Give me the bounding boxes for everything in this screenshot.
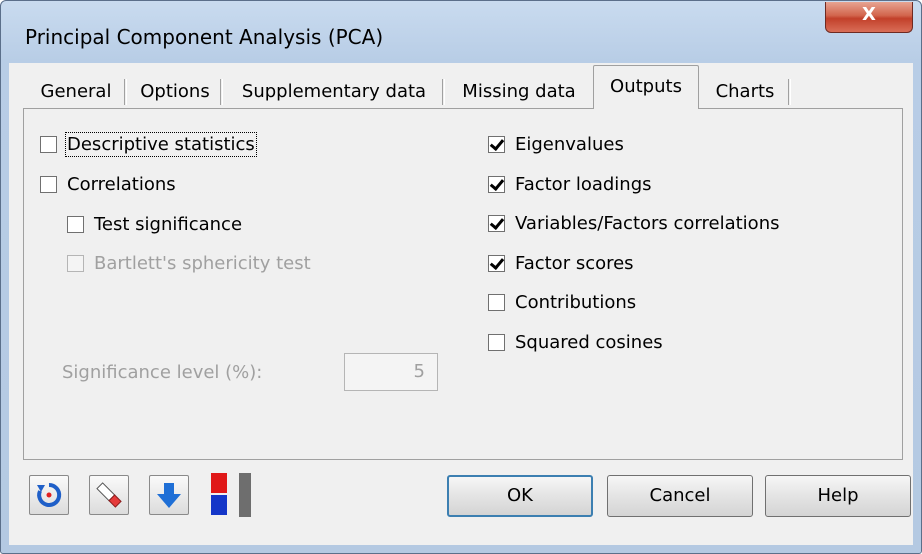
correlations-label: Correlations bbox=[67, 173, 176, 195]
squared-cosines-checkbox[interactable]: Squared cosines bbox=[488, 327, 663, 357]
eigenvalues-checkbox[interactable]: Eigenvalues bbox=[488, 129, 624, 159]
title-bar[interactable]: Principal Component Analysis (PCA) X bbox=[1, 1, 921, 63]
eraser-icon bbox=[96, 482, 122, 508]
tab-general[interactable]: General bbox=[25, 75, 127, 109]
significance-level-input: 5 bbox=[344, 353, 438, 391]
factor-scores-label: Factor scores bbox=[515, 252, 634, 274]
checkbox-box[interactable] bbox=[488, 333, 505, 351]
checkbox-box[interactable] bbox=[67, 215, 84, 233]
factor-loadings-label: Factor loadings bbox=[515, 173, 652, 195]
help-button[interactable]: Help bbox=[765, 475, 911, 517]
variables-factors-correlations-label: Variables/Factors correlations bbox=[515, 212, 780, 234]
correlations-checkbox[interactable]: Correlations bbox=[40, 169, 176, 199]
window-title: Principal Component Analysis (PCA) bbox=[25, 25, 384, 49]
eraser-button[interactable] bbox=[89, 475, 129, 515]
reset-icon bbox=[37, 482, 62, 507]
split-colors-icon[interactable] bbox=[205, 473, 261, 517]
cancel-button[interactable]: Cancel bbox=[607, 475, 753, 517]
tab-charts-label: Charts bbox=[715, 81, 775, 102]
tab-supplementary-data[interactable]: Supplementary data bbox=[223, 75, 445, 109]
checkbox-box[interactable] bbox=[488, 135, 505, 153]
tab-strip: General Options Supplementary data Missi… bbox=[9, 63, 913, 109]
tab-outputs-label: Outputs bbox=[610, 76, 682, 97]
pca-dialog-window: Principal Component Analysis (PCA) X Gen… bbox=[0, 0, 922, 554]
contributions-checkbox[interactable]: Contributions bbox=[488, 287, 636, 317]
variables-factors-correlations-checkbox[interactable]: Variables/Factors correlations bbox=[488, 208, 779, 238]
tab-outputs[interactable]: Outputs bbox=[593, 65, 699, 109]
dialog-client-area: General Options Supplementary data Missi… bbox=[9, 63, 913, 545]
arrow-down-icon bbox=[157, 483, 181, 508]
checkbox-box[interactable] bbox=[488, 214, 505, 232]
checkbox-box[interactable] bbox=[40, 175, 57, 193]
ok-button[interactable]: OK bbox=[447, 475, 593, 517]
tab-options-label: Options bbox=[140, 81, 210, 102]
move-down-button[interactable] bbox=[149, 475, 189, 515]
test-significance-checkbox[interactable]: Test significance bbox=[67, 209, 242, 239]
checkbox-box[interactable] bbox=[488, 293, 505, 311]
checkbox-box[interactable] bbox=[488, 254, 505, 272]
squared-cosines-label: Squared cosines bbox=[515, 331, 663, 353]
tab-missing-data-label: Missing data bbox=[462, 81, 576, 102]
tab-options[interactable]: Options bbox=[127, 75, 223, 109]
significance-level-label: Significance level (%): bbox=[62, 362, 263, 383]
descriptive-statistics-checkbox[interactable]: Descriptive statistics bbox=[40, 129, 257, 159]
close-button[interactable]: X bbox=[825, 2, 913, 33]
tab-supplementary-data-label: Supplementary data bbox=[241, 81, 427, 102]
bartlett-sphericity-label: Bartlett's sphericity test bbox=[94, 252, 311, 274]
bartlett-sphericity-checkbox: Bartlett's sphericity test bbox=[67, 248, 311, 278]
checkbox-box bbox=[67, 254, 84, 272]
tab-general-label: General bbox=[40, 81, 112, 102]
tab-missing-data[interactable]: Missing data bbox=[445, 75, 593, 109]
checkbox-box[interactable] bbox=[488, 175, 505, 193]
eigenvalues-label: Eigenvalues bbox=[515, 133, 624, 155]
outputs-panel: Descriptive statistics Correlations Test… bbox=[23, 108, 903, 460]
checkbox-box[interactable] bbox=[40, 135, 57, 153]
factor-scores-checkbox[interactable]: Factor scores bbox=[488, 248, 634, 278]
descriptive-statistics-label: Descriptive statistics bbox=[65, 131, 257, 157]
factor-loadings-checkbox[interactable]: Factor loadings bbox=[488, 169, 652, 199]
contributions-label: Contributions bbox=[515, 291, 637, 313]
tab-charts[interactable]: Charts bbox=[699, 75, 791, 109]
test-significance-label: Test significance bbox=[94, 213, 243, 235]
reset-button[interactable] bbox=[29, 475, 69, 515]
